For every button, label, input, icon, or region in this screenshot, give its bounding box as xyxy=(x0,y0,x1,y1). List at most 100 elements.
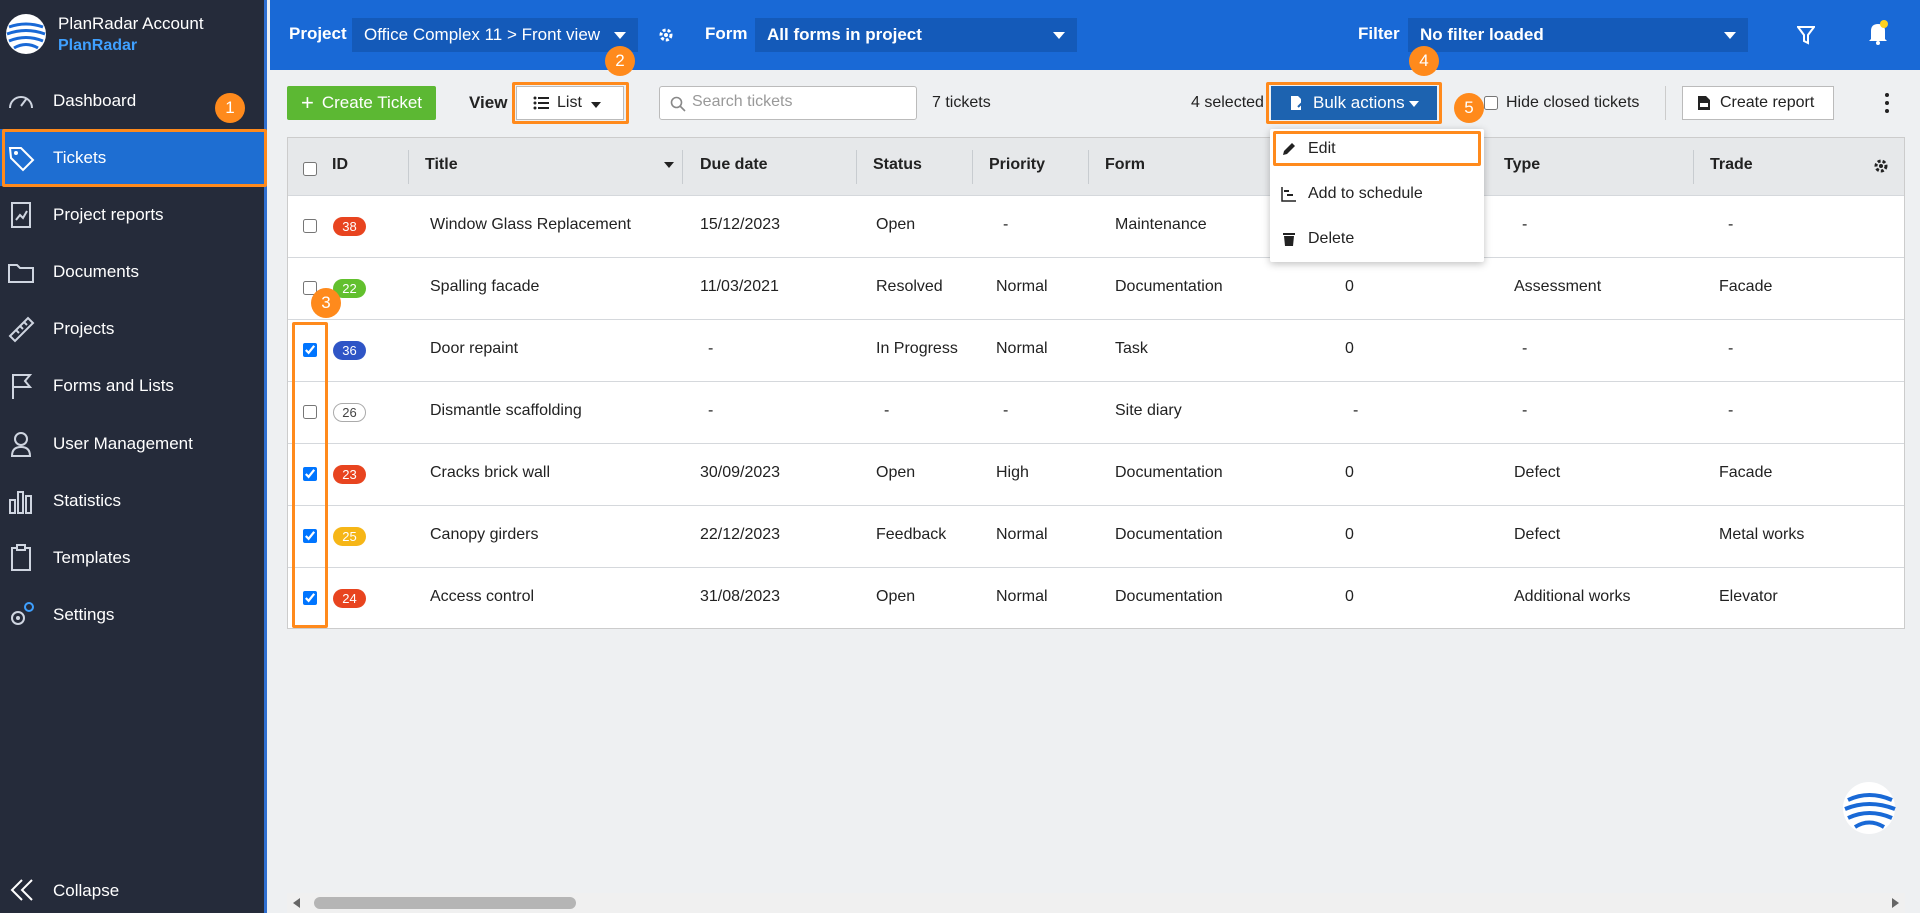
ticket-due-date: 30/09/2023 xyxy=(700,464,781,481)
notification-bell-icon[interactable] xyxy=(1867,20,1889,46)
ticket-type: Defect xyxy=(1514,464,1561,481)
scroll-right-arrow-icon[interactable] xyxy=(1892,898,1899,908)
column-header-title[interactable]: Title xyxy=(425,156,458,174)
bulk-menu-delete[interactable]: Delete xyxy=(1270,219,1484,259)
ticket-trade: Metal works xyxy=(1719,526,1805,543)
table-row[interactable]: 26 Dismantle scaffolding - - - Site diar… xyxy=(288,381,1904,443)
search-icon xyxy=(670,96,686,112)
search-box[interactable] xyxy=(659,86,917,120)
ticket-title[interactable]: Door repaint xyxy=(430,340,518,358)
ticket-count: 0 xyxy=(1345,526,1354,543)
table-row[interactable]: 24 Access control 31/08/2023 Open Normal… xyxy=(288,567,1904,629)
sidebar-item-projects[interactable]: Projects xyxy=(0,300,267,357)
bulk-actions-button[interactable]: Bulk actions xyxy=(1271,86,1437,120)
column-header-type[interactable]: Type xyxy=(1504,156,1540,174)
row-checkbox[interactable] xyxy=(303,405,317,419)
select-all-checkbox[interactable] xyxy=(303,162,317,176)
view-select[interactable]: List xyxy=(516,86,624,120)
collapse-button[interactable]: Collapse xyxy=(0,870,267,910)
column-header-form[interactable]: Form xyxy=(1105,156,1145,174)
bulk-menu-add-to-schedule[interactable]: Add to schedule xyxy=(1270,174,1484,214)
sidebar-item-label: Dashboard xyxy=(53,90,137,110)
row-checkbox[interactable] xyxy=(303,467,317,481)
ticket-status: Resolved xyxy=(876,278,943,295)
account-header[interactable]: PlanRadar Account PlanRadar xyxy=(0,0,267,70)
column-divider xyxy=(682,150,683,184)
horizontal-scrollbar[interactable] xyxy=(287,893,1905,913)
ticket-title[interactable]: Spalling facade xyxy=(430,278,539,296)
sidebar-item-templates[interactable]: Templates xyxy=(0,529,267,586)
sidebar-item-tickets[interactable]: Tickets xyxy=(0,129,267,186)
ticket-form: Task xyxy=(1115,340,1148,357)
double-chevron-left-icon xyxy=(10,879,33,901)
form-select[interactable]: All forms in project xyxy=(755,18,1077,52)
pencil-icon xyxy=(1283,143,1295,155)
bulk-menu-edit[interactable]: Edit xyxy=(1270,129,1484,169)
column-settings-gear-icon[interactable] xyxy=(1873,158,1889,174)
ticket-type: - xyxy=(1522,402,1528,419)
sidebar-item-forms-and-lists[interactable]: Forms and Lists xyxy=(0,357,267,414)
hide-closed-label: Hide closed tickets xyxy=(1506,94,1640,111)
ticket-status: Open xyxy=(876,216,916,233)
ticket-type: Defect xyxy=(1514,526,1561,543)
pdf-document-icon xyxy=(1698,96,1710,110)
create-report-button[interactable]: Create report xyxy=(1682,86,1834,120)
create-ticket-label: Create Ticket xyxy=(321,93,422,112)
ticket-title[interactable]: Access control xyxy=(430,588,534,606)
column-header-id[interactable]: ID xyxy=(332,156,348,174)
ticket-trade: Elevator xyxy=(1719,588,1778,605)
filter-value: No filter loaded xyxy=(1420,25,1544,44)
sidebar-item-label: Documents xyxy=(53,261,139,281)
table-row[interactable]: 25 Canopy girders 22/12/2023 Feedback No… xyxy=(288,505,1904,567)
table-row[interactable]: 38 Window Glass Replacement 15/12/2023 O… xyxy=(288,195,1904,257)
row-checkbox[interactable] xyxy=(303,529,317,543)
scrollbar-thumb[interactable] xyxy=(314,897,576,909)
table-row[interactable]: 23 Cracks brick wall 30/09/2023 Open Hig… xyxy=(288,443,1904,505)
sidebar-item-settings[interactable]: Settings xyxy=(0,586,267,643)
column-header-status[interactable]: Status xyxy=(873,156,922,174)
create-ticket-button[interactable]: + Create Ticket xyxy=(287,86,436,120)
sidebar-item-user-management[interactable]: User Management xyxy=(0,415,267,472)
edit-document-icon xyxy=(1291,96,1305,110)
user-icon xyxy=(10,432,32,457)
sidebar-item-statistics[interactable]: Statistics xyxy=(0,472,267,529)
account-name: PlanRadar Account xyxy=(58,14,204,33)
project-label: Project xyxy=(289,24,347,43)
ticket-id-badge: 26 xyxy=(333,403,366,422)
column-header-priority[interactable]: Priority xyxy=(989,156,1045,174)
bar-chart-icon xyxy=(9,491,32,514)
ticket-title[interactable]: Dismantle scaffolding xyxy=(430,402,582,420)
hide-closed-checkbox[interactable] xyxy=(1484,96,1498,110)
project-select[interactable]: Office Complex 11 > Front view xyxy=(352,18,638,52)
column-header-trade[interactable]: Trade xyxy=(1710,156,1753,174)
more-options-icon[interactable] xyxy=(1880,92,1894,114)
gear-icon xyxy=(11,602,34,625)
ticket-id-badge: 38 xyxy=(333,217,366,236)
filter-select[interactable]: No filter loaded xyxy=(1408,18,1748,52)
ruler-icon xyxy=(8,316,35,343)
sidebar-item-documents[interactable]: Documents xyxy=(0,243,267,300)
ticket-title[interactable]: Cracks brick wall xyxy=(430,464,550,482)
ticket-form: Documentation xyxy=(1115,278,1223,295)
filter-label: Filter xyxy=(1358,24,1400,43)
row-checkbox[interactable] xyxy=(303,591,317,605)
row-checkbox[interactable] xyxy=(303,219,317,233)
hide-closed-toggle[interactable]: Hide closed tickets xyxy=(1484,94,1639,112)
sort-caret-icon[interactable] xyxy=(664,162,674,168)
project-settings-gear-icon[interactable] xyxy=(657,26,675,44)
ticket-title[interactable]: Window Glass Replacement xyxy=(430,216,631,234)
search-input[interactable] xyxy=(692,93,910,111)
ticket-trade: - xyxy=(1728,340,1734,357)
funnel-filter-icon[interactable] xyxy=(1797,25,1815,45)
row-checkbox[interactable] xyxy=(303,343,317,357)
scroll-left-arrow-icon[interactable] xyxy=(293,898,300,908)
sidebar-item-project-reports[interactable]: Project reports xyxy=(0,186,267,243)
planradar-assistant-icon[interactable] xyxy=(1838,780,1900,836)
top-bar: Project Office Complex 11 > Front view F… xyxy=(270,0,1920,70)
table-row[interactable]: 36 Door repaint - In Progress Normal Tas… xyxy=(288,319,1904,381)
speedometer-icon xyxy=(9,96,33,109)
ticket-title[interactable]: Canopy girders xyxy=(430,526,539,544)
column-header-due-date[interactable]: Due date xyxy=(700,156,768,174)
table-row[interactable]: 22 Spalling facade 11/03/2021 Resolved N… xyxy=(288,257,1904,319)
ticket-trade: - xyxy=(1728,216,1734,233)
